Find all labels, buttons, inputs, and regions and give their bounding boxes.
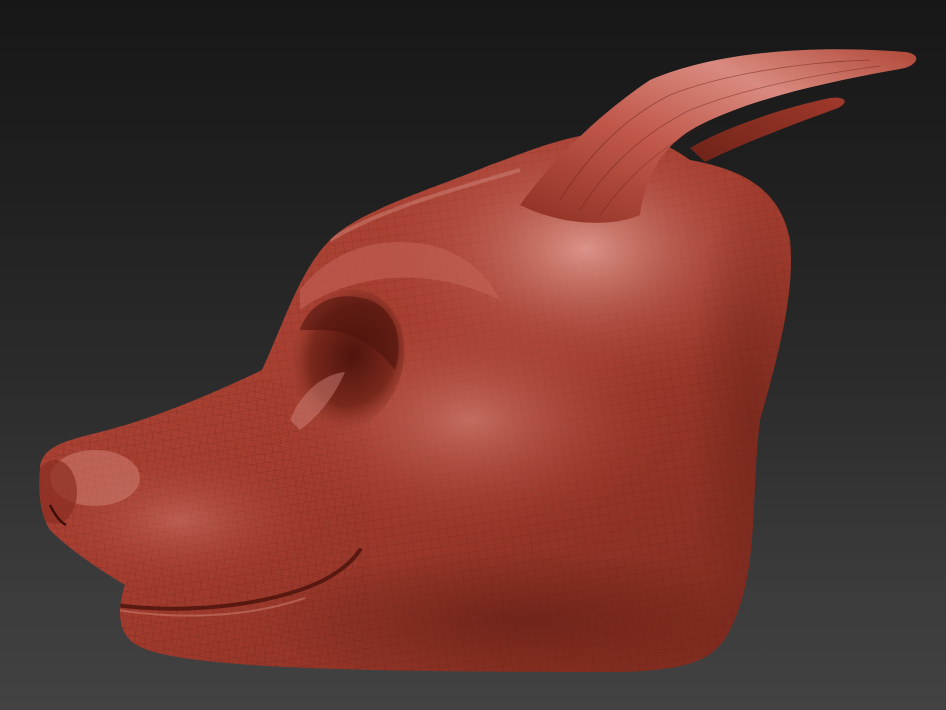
sculpt-model[interactable] xyxy=(0,0,946,710)
3d-viewport[interactable] xyxy=(0,0,946,710)
